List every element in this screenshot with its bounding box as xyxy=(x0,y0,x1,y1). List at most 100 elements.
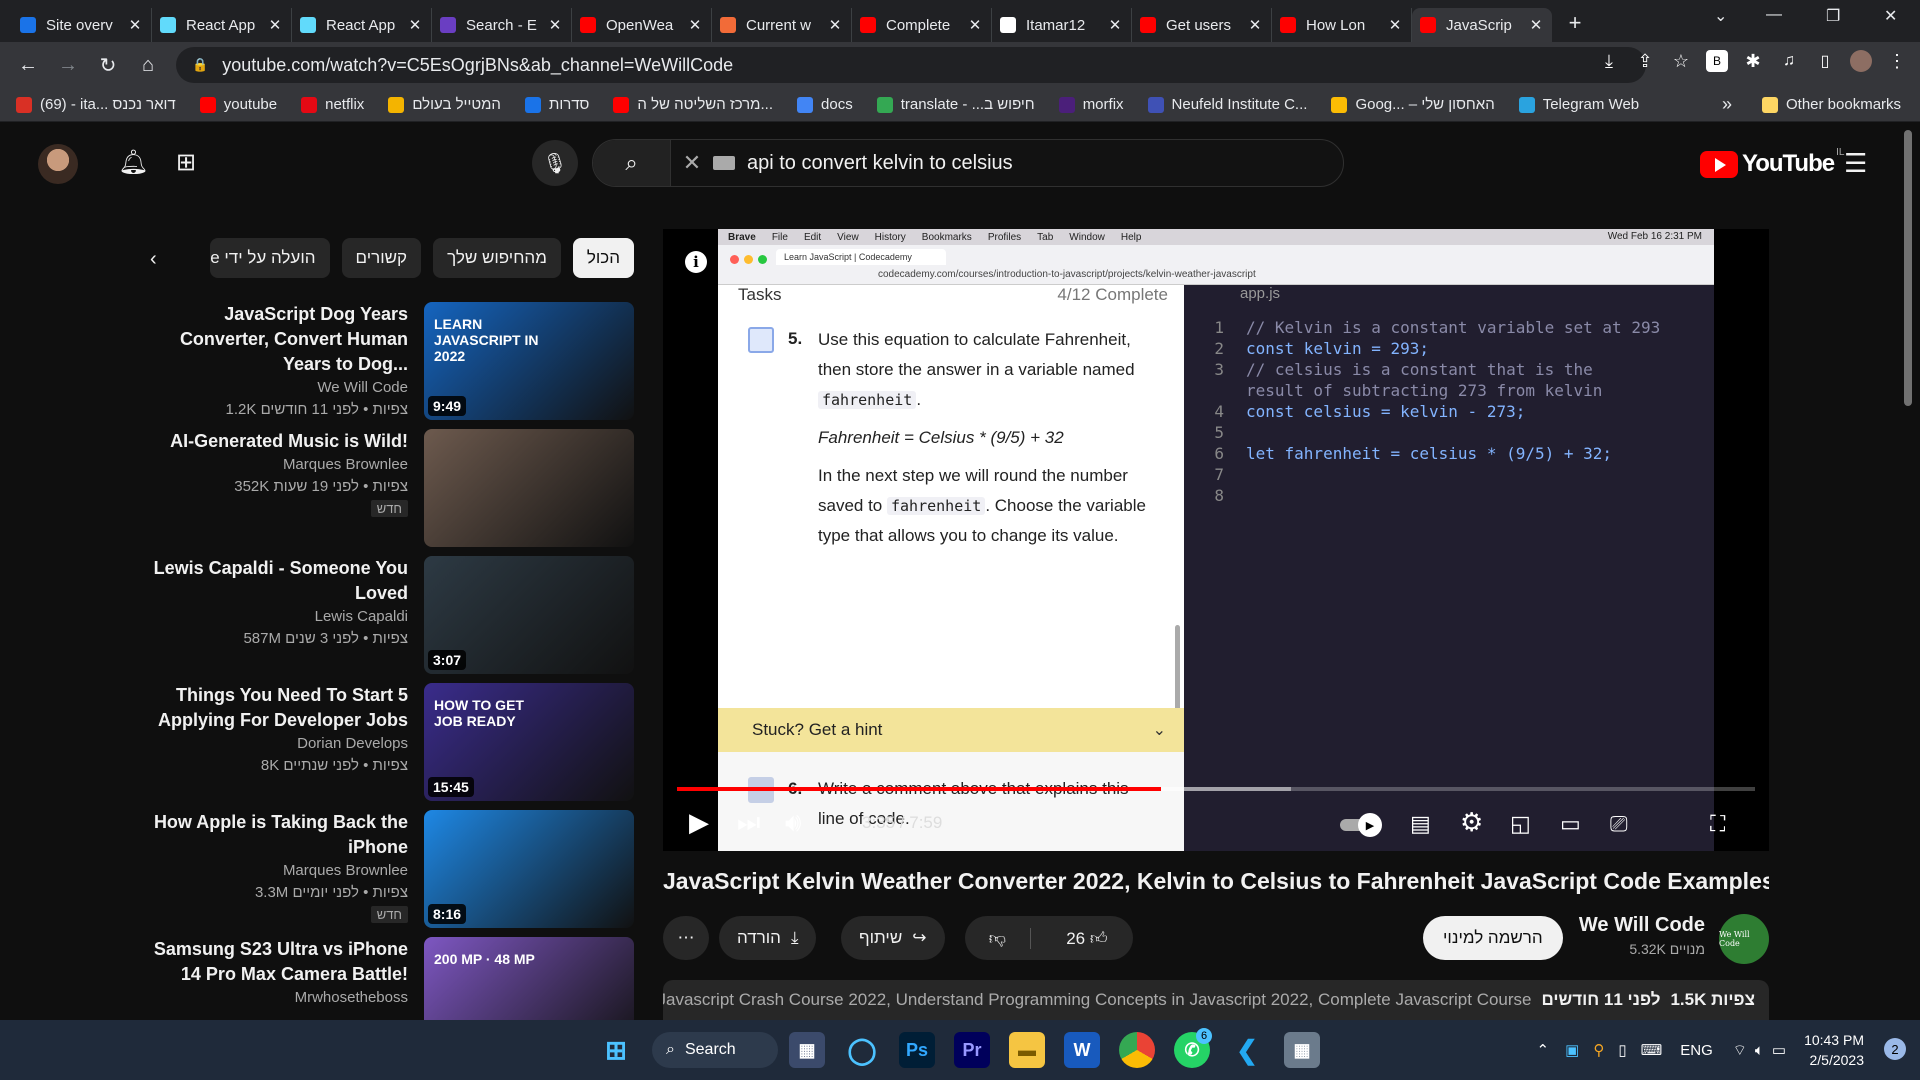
chrome-icon[interactable] xyxy=(1119,1032,1155,1068)
maximize-icon[interactable]: ❐ xyxy=(1826,6,1840,26)
close-tab-icon[interactable]: ✕ xyxy=(127,16,143,34)
reload-icon[interactable]: ↻ xyxy=(88,53,128,78)
bookmark-item[interactable]: Neufeld Institute C... xyxy=(1147,96,1307,113)
channel-name[interactable]: We Will Code xyxy=(1579,914,1705,937)
related-video-card[interactable]: 3:07 Lewis Capaldi - Someone You Loved Lew… xyxy=(150,554,634,681)
video-thumbnail[interactable] xyxy=(424,429,634,547)
miniplayer-icon[interactable]: ◱ xyxy=(1510,811,1531,837)
create-video-icon[interactable]: ⊞ xyxy=(176,148,196,177)
word-icon[interactable]: W xyxy=(1064,1032,1100,1068)
bookmark-item[interactable]: (69) - ita... דואר נכנס xyxy=(16,96,176,113)
clear-search-icon[interactable]: ✕ xyxy=(671,150,713,176)
usb-icon[interactable]: ▯ xyxy=(1618,1041,1626,1059)
close-tab-icon[interactable]: ✕ xyxy=(967,16,983,34)
bookmark-item[interactable]: Goog... – האחסון שלי xyxy=(1331,96,1495,113)
video-player[interactable]: Brave File Edit View History Bookmarks Profile… xyxy=(663,229,1769,851)
vscode-icon[interactable]: ❮ xyxy=(1229,1032,1265,1068)
video-title[interactable]: Lewis Capaldi - Someone You Loved xyxy=(148,556,408,606)
close-tab-icon[interactable]: ✕ xyxy=(547,16,563,34)
theater-mode-icon[interactable]: ▭ xyxy=(1560,811,1581,837)
video-title[interactable]: AI-Generated Music is Wild! xyxy=(148,429,408,454)
close-tab-icon[interactable]: ✕ xyxy=(1387,16,1403,34)
close-tab-icon[interactable]: ✕ xyxy=(827,16,843,34)
search-tray-icon[interactable]: ⚲ xyxy=(1593,1041,1604,1059)
bookmark-item[interactable]: Telegram Web xyxy=(1518,96,1639,113)
video-thumbnail[interactable]: 8:16 xyxy=(424,810,634,928)
channel-name[interactable]: Marques Brownlee xyxy=(148,454,408,476)
channel-name[interactable]: Lewis Capaldi xyxy=(148,606,408,628)
notifications-bell-icon[interactable]: 🔔︎ xyxy=(118,148,148,177)
new-tab-icon[interactable]: + xyxy=(1560,10,1590,36)
bookmark-item[interactable]: youtube xyxy=(199,96,277,113)
share-icon[interactable]: ⇪ xyxy=(1634,50,1656,72)
bookmark-item[interactable]: מרכז השליטה של ה... xyxy=(613,96,773,113)
search-input[interactable]: api to convert kelvin to celsius xyxy=(747,152,1013,175)
like-button[interactable]: 26 👍︎ xyxy=(1041,928,1133,949)
browser-tab[interactable]: React App ✕ xyxy=(152,8,292,42)
browser-tab[interactable]: How Lon ✕ xyxy=(1272,8,1412,42)
video-thumbnail[interactable]: HOW TO GET JOB READY 15:45 xyxy=(424,683,634,801)
youtube-logo[interactable]: YouTube IL xyxy=(1700,147,1844,178)
channel-name[interactable]: Marques Brownlee xyxy=(148,860,408,882)
related-video-card[interactable]: LEARN JAVASCRIPT IN 2022 9:49 JavaScript D… xyxy=(150,300,634,427)
taskbar-clock[interactable]: 10:43 PM 2/5/2023 xyxy=(1804,1030,1864,1070)
filter-chip[interactable]: קשורים xyxy=(341,238,422,278)
next-icon[interactable]: ⏭ xyxy=(737,807,760,839)
page-scrollbar[interactable] xyxy=(1904,130,1912,406)
info-icon[interactable]: i xyxy=(685,251,707,273)
microsoft-store-icon[interactable]: ▦ xyxy=(789,1032,825,1068)
side-panel-icon[interactable]: ▯ xyxy=(1814,50,1836,72)
speaker-icon[interactable]: 🔈︎ xyxy=(1755,1042,1764,1059)
browser-tab[interactable]: Complete ✕ xyxy=(852,8,992,42)
video-title[interactable]: How Apple is Taking Back the iPhone xyxy=(148,810,408,860)
bookmark-star-icon[interactable]: ☆ xyxy=(1670,50,1692,72)
related-video-card[interactable]: HOW TO GET JOB READY 15:45 Things You Need… xyxy=(150,681,634,808)
cortana-icon[interactable]: ◯ xyxy=(844,1032,880,1068)
volume-icon[interactable]: 🔊︎ xyxy=(785,807,801,839)
channel-name[interactable]: We Will Code xyxy=(148,377,408,399)
video-title[interactable]: Things You Need To Start 5 Applying For … xyxy=(148,683,408,733)
tab-search-icon[interactable]: ⌄ xyxy=(1714,6,1727,26)
browser-tab[interactable]: Current w ✕ xyxy=(712,8,852,42)
related-video-card[interactable]: AI-Generated Music is Wild! Marques Brown… xyxy=(150,427,634,554)
filter-chip[interactable]: הכול xyxy=(572,238,634,278)
channel-name[interactable]: Dorian Develops xyxy=(148,733,408,755)
video-thumbnail[interactable]: 3:07 xyxy=(424,556,634,674)
play-icon[interactable]: ▶ xyxy=(689,807,709,838)
profile-avatar[interactable] xyxy=(1850,50,1872,72)
browser-tab[interactable]: React App ✕ xyxy=(292,8,432,42)
other-bookmarks[interactable]: Other bookmarks xyxy=(1762,96,1901,113)
progress-bar[interactable] xyxy=(677,787,1755,791)
related-video-card[interactable]: 8:16 How Apple is Taking Back the iPhone M… xyxy=(150,808,634,935)
video-title[interactable]: Samsung S23 Ultra vs iPhone 14 Pro Max C… xyxy=(148,937,408,987)
browser-tab[interactable]: Itamar12 ✕ xyxy=(992,8,1132,42)
tray-expand-icon[interactable]: ⌃ xyxy=(1537,1041,1550,1059)
keyboard-icon[interactable] xyxy=(713,156,735,170)
description-box[interactable]: Javascript Crash Course 2022, Understand… xyxy=(663,980,1769,1020)
home-icon[interactable]: ⌂ xyxy=(128,54,168,77)
close-tab-icon[interactable]: ✕ xyxy=(1528,16,1544,34)
channel-avatar[interactable]: We Will Code xyxy=(1719,914,1769,964)
address-bar[interactable]: 🔒 youtube.com/watch?v=C5EsOgrjBNs&ab_cha… xyxy=(176,47,1646,83)
more-actions-icon[interactable]: ⋯ xyxy=(663,916,709,960)
cast-icon[interactable]: ⎚ xyxy=(1610,811,1628,837)
minimize-icon[interactable]: — xyxy=(1766,6,1782,24)
close-tab-icon[interactable]: ✕ xyxy=(1247,16,1263,34)
wifi-icon[interactable]: ⌔ xyxy=(1733,1041,1747,1060)
fullscreen-icon[interactable]: ⛶ xyxy=(1710,811,1725,837)
windows-start-icon[interactable]: ⊞ xyxy=(598,1032,634,1068)
media-icon[interactable]: ♫ xyxy=(1778,50,1800,72)
filter-chip[interactable]: הועלה על ידי We Will Code xyxy=(209,238,330,278)
extensions-puzzle-icon[interactable]: ✱ xyxy=(1742,50,1764,72)
video-title[interactable]: JavaScript Dog Years Converter, Convert … xyxy=(148,302,408,377)
forward-icon[interactable]: → xyxy=(48,54,88,77)
browser-tab[interactable]: OpenWea ✕ xyxy=(572,8,712,42)
browser-tab[interactable]: Search - E ✕ xyxy=(432,8,572,42)
download-button[interactable]: הורדה ⤓ xyxy=(719,916,817,960)
subscribe-button[interactable]: הרשמה למינוי xyxy=(1423,916,1563,960)
language-indicator[interactable]: ENG xyxy=(1680,1042,1713,1059)
voice-search-icon[interactable]: 🎙︎ xyxy=(532,140,578,186)
file-explorer-icon[interactable]: ▬ xyxy=(1009,1032,1045,1068)
close-tab-icon[interactable]: ✕ xyxy=(687,16,703,34)
autoplay-toggle[interactable]: ▶ xyxy=(1340,813,1384,837)
